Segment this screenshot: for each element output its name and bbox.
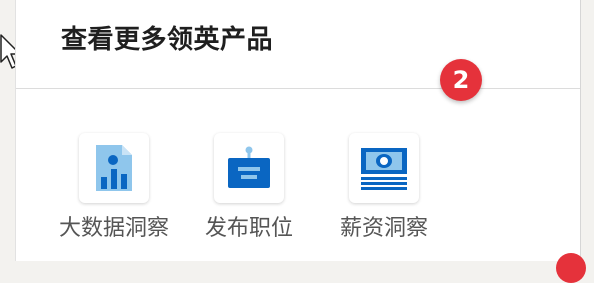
product-label: 薪资洞察 (339, 216, 428, 241)
product-data-insights[interactable]: 大数据洞察 (44, 133, 184, 244)
product-label: 大数据洞察 (58, 216, 169, 241)
panel-title: 查看更多领英产品 (61, 25, 274, 55)
product-label: 发布职位 (204, 216, 293, 241)
post-job-tile[interactable] (214, 133, 284, 203)
salary-insights-icon (361, 148, 407, 190)
more-products-panel: 查看更多领英产品 大数据洞察 发布职位 薪资洞察 (15, 0, 581, 261)
product-post-job[interactable]: 发布职位 (179, 133, 319, 244)
step-number-badge: 2 (440, 59, 482, 101)
data-insights-tile[interactable] (79, 133, 149, 203)
salary-insights-tile[interactable] (349, 133, 419, 203)
post-job-icon (228, 146, 270, 188)
product-salary-insights[interactable]: 薪资洞察 (314, 133, 454, 244)
panel-header: 查看更多领英产品 (16, 0, 580, 89)
step-marker-dot (556, 253, 586, 283)
data-insights-icon (96, 145, 132, 191)
